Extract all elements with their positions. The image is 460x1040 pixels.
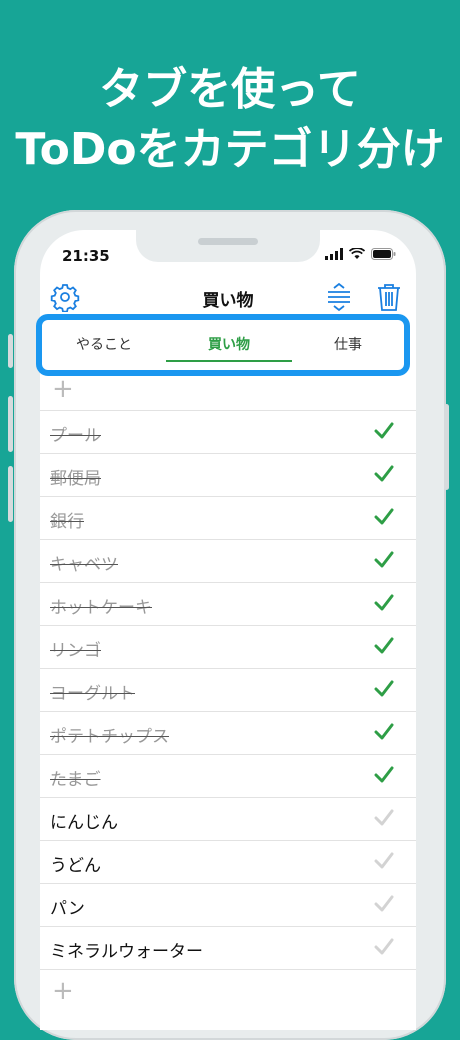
- list-item[interactable]: リンゴ: [40, 626, 416, 669]
- list-item-label: にんじん: [50, 813, 118, 833]
- active-tab-indicator: [166, 360, 292, 362]
- list-item[interactable]: ポテトチップス: [40, 712, 416, 755]
- wifi-icon: [349, 248, 365, 259]
- checkmark-icon[interactable]: [374, 421, 394, 441]
- list-item-label: うどん: [50, 856, 101, 876]
- checkmark-icon[interactable]: [374, 851, 394, 871]
- phone-power-button: [444, 404, 449, 490]
- expand-icon[interactable]: [324, 282, 354, 312]
- status-icons: [325, 248, 396, 260]
- list-item[interactable]: キャベツ: [40, 540, 416, 583]
- checkmark-icon[interactable]: [374, 507, 394, 527]
- tab-kaimono[interactable]: 買い物: [166, 320, 292, 370]
- status-time: 21:35: [62, 247, 110, 265]
- checkmark-icon[interactable]: [374, 937, 394, 957]
- checkmark-icon[interactable]: [374, 722, 394, 742]
- plus-icon[interactable]: +: [52, 376, 74, 402]
- phone-volume-up: [8, 396, 13, 452]
- plus-icon[interactable]: +: [52, 978, 74, 1004]
- checkmark-icon[interactable]: [374, 765, 394, 785]
- list-item[interactable]: プール: [40, 411, 416, 454]
- list-item-label: たまご: [50, 770, 101, 790]
- list-item[interactable]: 銀行: [40, 497, 416, 540]
- phone-mute-switch: [8, 334, 13, 368]
- add-item-row-bottom[interactable]: +: [40, 970, 416, 1012]
- list-item-label: 郵便局: [50, 469, 101, 489]
- todo-list: + プール郵便局銀行キャベツホットケーキ リンゴヨーグルトポテトチップス たまごにん…: [40, 368, 416, 1012]
- checkmark-icon[interactable]: [374, 636, 394, 656]
- battery-icon: [371, 248, 396, 260]
- checkmark-icon[interactable]: [374, 679, 394, 699]
- headline-line-1: タブを使って: [99, 64, 361, 115]
- list-item[interactable]: うどん: [40, 841, 416, 884]
- list-item[interactable]: パン: [40, 884, 416, 927]
- list-item[interactable]: ホットケーキ: [40, 583, 416, 626]
- list-item[interactable]: にんじん: [40, 798, 416, 841]
- list-item-label: ホットケーキ: [50, 598, 152, 618]
- tab-shigoto[interactable]: 仕事: [292, 320, 404, 370]
- list-item-label: パン: [50, 899, 85, 919]
- list-item[interactable]: 郵便局: [40, 454, 416, 497]
- list-item-label: プール: [50, 426, 101, 446]
- list-item-label: ミネラルウォーター: [50, 942, 203, 962]
- trash-icon[interactable]: [374, 282, 404, 312]
- list-item[interactable]: たまご: [40, 755, 416, 798]
- checkmark-icon[interactable]: [374, 464, 394, 484]
- page-title: 買い物: [202, 291, 254, 311]
- list-item-label: キャベツ: [50, 555, 118, 575]
- checkmark-icon[interactable]: [374, 593, 394, 613]
- list-item[interactable]: ヨーグルト: [40, 669, 416, 712]
- list-item-label: 銀行: [50, 512, 84, 532]
- tab-yarukoto[interactable]: やること: [42, 320, 166, 370]
- category-tabs: やること 買い物 仕事: [36, 314, 410, 376]
- signal-icon: [325, 248, 343, 260]
- notch: [136, 230, 320, 262]
- list-item[interactable]: ミネラルウォーター: [40, 927, 416, 970]
- list-item-label: リンゴ: [50, 641, 101, 661]
- headline-line-2: ToDoをカテゴリ分け: [15, 124, 445, 175]
- checkmark-icon[interactable]: [374, 550, 394, 570]
- phone-volume-down: [8, 466, 13, 522]
- list-item-label: ポテトチップス: [50, 727, 169, 747]
- checkmark-icon[interactable]: [374, 894, 394, 914]
- checkmark-icon[interactable]: [374, 808, 394, 828]
- list-item-label: ヨーグルト: [50, 684, 135, 704]
- add-item-row-top[interactable]: +: [40, 368, 416, 411]
